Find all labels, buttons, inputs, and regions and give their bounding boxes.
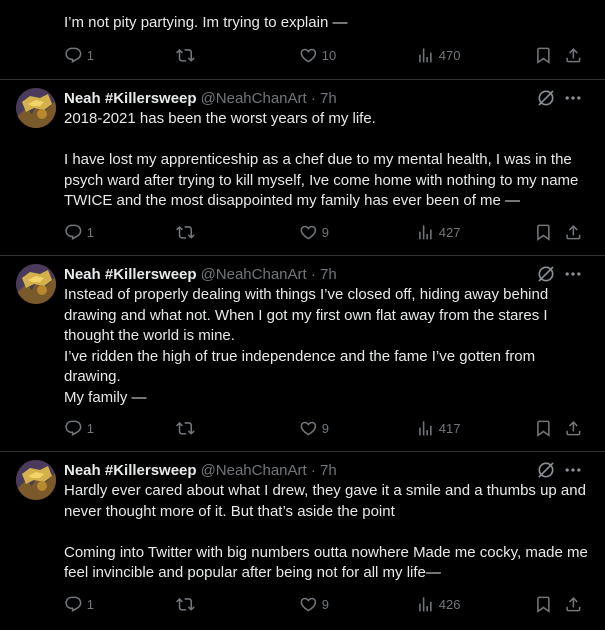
reply-count: 1 <box>86 420 94 436</box>
display-name[interactable]: Neah #Killersweep <box>64 266 197 283</box>
retweet-button[interactable] <box>176 45 195 65</box>
tweet-text: Instead of properly dealing with things … <box>64 286 549 406</box>
reply-count: 1 <box>86 47 94 63</box>
display-name[interactable]: Neah #Killersweep <box>64 90 197 107</box>
tweet[interactable]: Neah #Killersweep @NeahChanArt · 7h 2018… <box>0 80 605 256</box>
mute-icon[interactable] <box>536 88 556 108</box>
bookmark-icon <box>534 419 553 438</box>
avatar[interactable] <box>16 460 56 500</box>
tweet-text: Hardly ever cared about what I drew, the… <box>64 482 588 581</box>
more-icon[interactable] <box>563 264 583 284</box>
views-count: 417 <box>438 420 461 436</box>
like-icon <box>299 419 318 438</box>
views-icon <box>416 223 435 242</box>
tweet-actions: 1 9 427 <box>64 222 590 242</box>
reply-button[interactable]: 1 <box>64 45 94 65</box>
views-icon <box>416 419 435 438</box>
avatar[interactable] <box>16 88 56 128</box>
retweet-button[interactable] <box>176 594 195 614</box>
bookmark-button[interactable] <box>534 222 553 242</box>
like-button[interactable]: 10 <box>299 45 336 65</box>
views-count: 470 <box>438 47 461 63</box>
bookmark-button[interactable] <box>534 594 553 614</box>
retweet-icon <box>176 419 195 438</box>
mute-icon[interactable] <box>536 460 556 480</box>
share-icon <box>564 46 583 65</box>
share-icon <box>564 223 583 242</box>
reply-button[interactable]: 1 <box>64 222 94 242</box>
views-button[interactable]: 427 <box>416 222 460 242</box>
like-button[interactable]: 9 <box>299 594 329 614</box>
reply-icon <box>64 46 83 65</box>
share-icon <box>564 419 583 438</box>
avatar[interactable] <box>16 264 56 304</box>
like-count: 9 <box>321 224 329 240</box>
tweet-header: Neah #Killersweep @NeahChanArt · 7h <box>64 88 337 108</box>
views-button[interactable]: 426 <box>416 594 460 614</box>
retweet-button[interactable] <box>176 222 195 242</box>
tweet[interactable]: Neah #Killersweep @NeahChanArt · 7h Hard… <box>0 452 605 630</box>
display-name[interactable]: Neah #Killersweep <box>64 462 197 479</box>
tweet-text: 2018-2021 has been the worst years of my… <box>64 110 579 209</box>
like-icon <box>299 46 318 65</box>
reply-icon <box>64 419 83 438</box>
reply-icon <box>64 223 83 242</box>
views-count: 427 <box>438 224 461 240</box>
views-count: 426 <box>438 596 461 612</box>
handle-and-time[interactable]: @NeahChanArt · 7h <box>201 266 337 283</box>
views-button[interactable]: 470 <box>416 45 460 65</box>
bookmark-icon <box>534 223 553 242</box>
tweet-text: I’m not pity partying. Im trying to expl… <box>64 14 348 31</box>
like-count: 9 <box>321 420 329 436</box>
reply-button[interactable]: 1 <box>64 594 94 614</box>
retweet-icon <box>176 595 195 614</box>
tweet-header: Neah #Killersweep @NeahChanArt · 7h <box>64 264 337 284</box>
tweet-actions: 1 9 426 <box>64 594 590 614</box>
views-icon <box>416 46 435 65</box>
like-count: 9 <box>321 596 329 612</box>
reply-count: 1 <box>86 596 94 612</box>
share-button[interactable] <box>564 222 583 242</box>
tweet[interactable]: Neah #Killersweep @NeahChanArt · 7h Inst… <box>0 256 605 452</box>
share-button[interactable] <box>564 594 583 614</box>
handle-and-time[interactable]: @NeahChanArt · 7h <box>201 90 337 107</box>
more-icon[interactable] <box>563 460 583 480</box>
share-icon <box>564 595 583 614</box>
share-button[interactable] <box>564 45 583 65</box>
like-icon <box>299 223 318 242</box>
bookmark-button[interactable] <box>534 418 553 438</box>
tweet-header: Neah #Killersweep @NeahChanArt · 7h <box>64 460 337 480</box>
bookmark-icon <box>534 46 553 65</box>
like-button[interactable]: 9 <box>299 222 329 242</box>
tweet-partial[interactable]: I’m not pity partying. Im trying to expl… <box>0 0 605 80</box>
more-icon[interactable] <box>563 88 583 108</box>
like-count: 10 <box>321 47 337 63</box>
bookmark-button[interactable] <box>534 45 553 65</box>
handle-and-time[interactable]: @NeahChanArt · 7h <box>201 462 337 479</box>
views-button[interactable]: 417 <box>416 418 460 438</box>
reply-button[interactable]: 1 <box>64 418 94 438</box>
tweet-actions: 1 9 417 <box>64 418 590 438</box>
reply-count: 1 <box>86 224 94 240</box>
tweet-actions: 1 10 470 <box>64 45 590 65</box>
like-icon <box>299 595 318 614</box>
retweet-icon <box>176 46 195 65</box>
bookmark-icon <box>534 595 553 614</box>
share-button[interactable] <box>564 418 583 438</box>
mute-icon[interactable] <box>536 264 556 284</box>
views-icon <box>416 595 435 614</box>
retweet-button[interactable] <box>176 418 195 438</box>
like-button[interactable]: 9 <box>299 418 329 438</box>
reply-icon <box>64 595 83 614</box>
retweet-icon <box>176 223 195 242</box>
